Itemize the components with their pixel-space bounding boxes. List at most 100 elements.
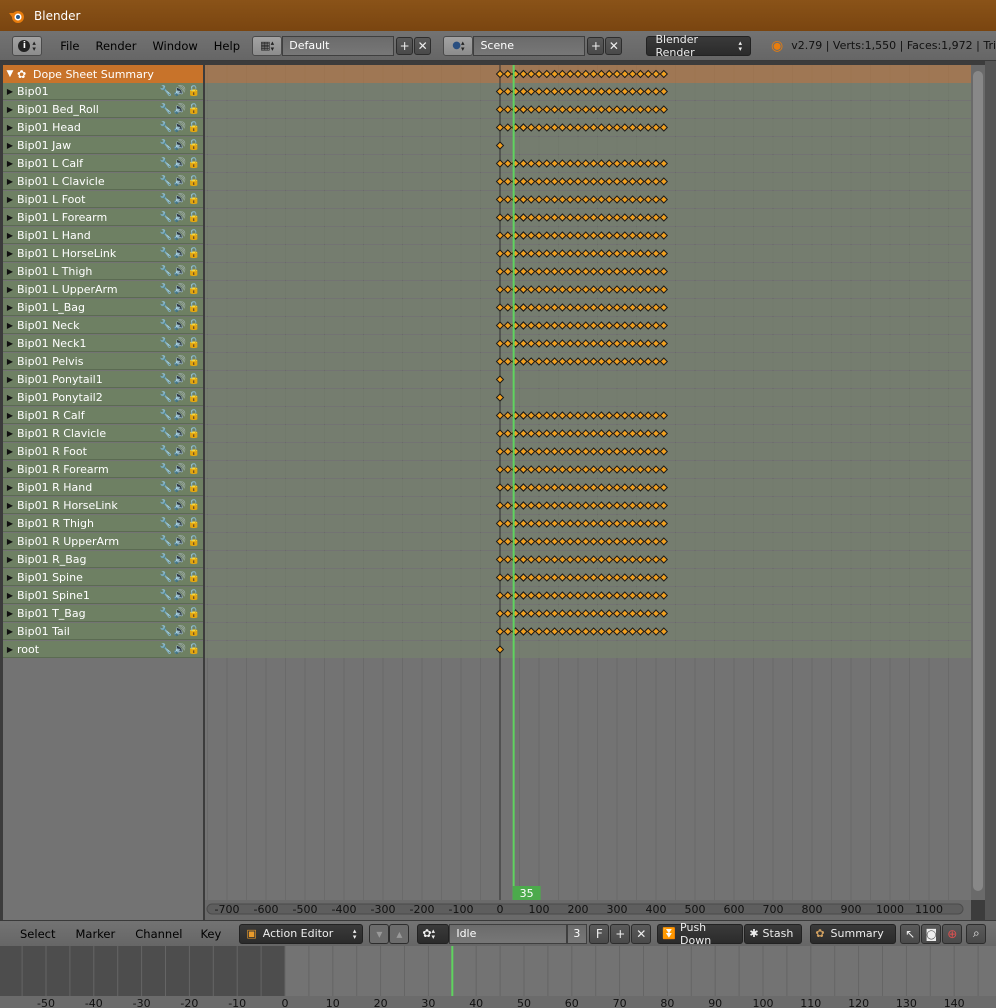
lock-icon[interactable]: 🔓 (188, 175, 200, 187)
lock-icon[interactable]: 🔓 (188, 481, 200, 493)
wrench-icon[interactable]: 🔧 (160, 463, 172, 475)
action-browse-button[interactable]: ✿ ▴ ▾ (417, 923, 450, 944)
dope-sheet-summary-row[interactable]: ▼ ✿ Dope Sheet Summary (3, 65, 203, 83)
delete-scene-button[interactable]: ✕ (605, 36, 623, 55)
menu-window[interactable]: Window (144, 39, 205, 53)
add-screen-button[interactable]: + (396, 36, 414, 55)
speaker-icon[interactable]: 🔊 (174, 535, 186, 547)
menu-file[interactable]: File (52, 39, 87, 53)
speaker-icon[interactable]: 🔊 (174, 409, 186, 421)
lock-icon[interactable]: 🔓 (188, 337, 200, 349)
next-layer-button[interactable]: ▴ (389, 923, 410, 944)
wrench-icon[interactable]: 🔧 (160, 643, 172, 655)
expand-triangle-icon[interactable]: ▶ (3, 141, 17, 150)
speaker-icon[interactable]: 🔊 (174, 463, 186, 475)
speaker-icon[interactable]: 🔊 (174, 175, 186, 187)
lock-icon[interactable]: 🔓 (188, 103, 200, 115)
expand-triangle-icon[interactable]: ▶ (3, 105, 17, 114)
lock-icon[interactable]: 🔓 (188, 247, 200, 259)
expand-triangle-icon[interactable]: ▶ (3, 465, 17, 474)
channel-row[interactable]: ▶ Bip01 L Forearm 🔧 🔊 🔓 (3, 209, 203, 226)
speaker-icon[interactable]: 🔊 (174, 211, 186, 223)
channel-row[interactable]: ▶ Bip01 L Hand 🔧 🔊 🔓 (3, 227, 203, 244)
expand-triangle-icon[interactable]: ▶ (3, 501, 17, 510)
speaker-icon[interactable]: 🔊 (174, 121, 186, 133)
wrench-icon[interactable]: 🔧 (160, 157, 172, 169)
collapse-triangle-icon[interactable]: ▼ (3, 69, 17, 79)
expand-triangle-icon[interactable]: ▶ (3, 609, 17, 618)
speaker-icon[interactable]: 🔊 (174, 85, 186, 97)
speaker-icon[interactable]: 🔊 (174, 283, 186, 295)
channel-row[interactable]: ▶ Bip01 Spine1 🔧 🔊 🔓 (3, 587, 203, 604)
lock-icon[interactable]: 🔓 (188, 283, 200, 295)
channel-row[interactable]: ▶ Bip01 R_Bag 🔧 🔊 🔓 (3, 551, 203, 568)
lock-icon[interactable]: 🔓 (188, 535, 200, 547)
lock-icon[interactable]: 🔓 (188, 139, 200, 151)
channel-row[interactable]: ▶ Bip01 R Calf 🔧 🔊 🔓 (3, 407, 203, 424)
speaker-icon[interactable]: 🔊 (174, 607, 186, 619)
channel-row[interactable]: ▶ Bip01 R HorseLink 🔧 🔊 🔓 (3, 497, 203, 514)
channel-row[interactable]: ▶ Bip01 R Clavicle 🔧 🔊 🔓 (3, 425, 203, 442)
wrench-icon[interactable]: 🔧 (160, 103, 172, 115)
wrench-icon[interactable]: 🔧 (160, 85, 172, 97)
channel-row[interactable]: ▶ Bip01 Jaw 🔧 🔊 🔓 (3, 137, 203, 154)
dopesheet-region[interactable]: 35 (205, 65, 971, 900)
wrench-icon[interactable]: 🔧 (160, 499, 172, 511)
wrench-icon[interactable]: 🔧 (160, 265, 172, 277)
channel-row[interactable]: ▶ Bip01 T_Bag 🔧 🔊 🔓 (3, 605, 203, 622)
lock-icon[interactable]: 🔓 (188, 643, 200, 655)
lock-icon[interactable]: 🔓 (188, 85, 200, 97)
wrench-icon[interactable]: 🔧 (160, 625, 172, 637)
wrench-icon[interactable]: 🔧 (160, 535, 172, 547)
channel-row[interactable]: ▶ Bip01 Neck1 🔧 🔊 🔓 (3, 335, 203, 352)
lock-icon[interactable]: 🔓 (188, 463, 200, 475)
wrench-icon[interactable]: 🔧 (160, 517, 172, 529)
channel-row[interactable]: ▶ Bip01 Ponytail1 🔧 🔊 🔓 (3, 371, 203, 388)
lock-icon[interactable]: 🔓 (188, 625, 200, 637)
new-action-button[interactable]: + (610, 923, 631, 944)
expand-triangle-icon[interactable]: ▶ (3, 231, 17, 240)
lock-icon[interactable]: 🔓 (188, 571, 200, 583)
wrench-icon[interactable]: 🔧 (160, 337, 172, 349)
wrench-icon[interactable]: 🔧 (160, 571, 172, 583)
speaker-icon[interactable]: 🔊 (174, 391, 186, 403)
speaker-icon[interactable]: 🔊 (174, 355, 186, 367)
channel-row[interactable]: ▶ Bip01 Pelvis 🔧 🔊 🔓 (3, 353, 203, 370)
expand-triangle-icon[interactable]: ▶ (3, 627, 17, 636)
expand-triangle-icon[interactable]: ▶ (3, 195, 17, 204)
lock-icon[interactable]: 🔓 (188, 319, 200, 331)
channel-row[interactable]: ▶ Bip01 R Forearm 🔧 🔊 🔓 (3, 461, 203, 478)
expand-triangle-icon[interactable]: ▶ (3, 393, 17, 402)
menu-key[interactable]: Key (192, 927, 229, 941)
speaker-icon[interactable]: 🔊 (174, 643, 186, 655)
mode-select[interactable]: ▣ Action Editor ▴ ▾ (239, 923, 364, 944)
menu-render[interactable]: Render (87, 39, 144, 53)
speaker-icon[interactable]: 🔊 (174, 445, 186, 457)
expand-triangle-icon[interactable]: ▶ (3, 645, 17, 654)
wrench-icon[interactable]: 🔧 (160, 139, 172, 151)
scene-field[interactable]: Scene (473, 35, 586, 56)
channel-row[interactable]: ▶ Bip01 L Calf 🔧 🔊 🔓 (3, 155, 203, 172)
expand-triangle-icon[interactable]: ▶ (3, 123, 17, 132)
wrench-icon[interactable]: 🔧 (160, 607, 172, 619)
expand-triangle-icon[interactable]: ▶ (3, 177, 17, 186)
lock-icon[interactable]: 🔓 (188, 607, 200, 619)
scrollbar-thumb[interactable] (973, 71, 983, 891)
wrench-icon[interactable]: 🔧 (160, 193, 172, 205)
expand-triangle-icon[interactable]: ▶ (3, 357, 17, 366)
expand-triangle-icon[interactable]: ▶ (3, 411, 17, 420)
action-users-count[interactable]: 3 (567, 923, 588, 944)
dopesheet-keyframes[interactable]: 35 (205, 65, 971, 900)
menu-marker[interactable]: Marker (67, 927, 123, 941)
channel-row[interactable]: ▶ Bip01 L Foot 🔧 🔊 🔓 (3, 191, 203, 208)
speaker-icon[interactable]: 🔊 (174, 247, 186, 259)
lock-icon[interactable]: 🔓 (188, 589, 200, 601)
only-selected-button[interactable]: ↖ (900, 923, 921, 944)
channel-row[interactable]: ▶ Bip01 Tail 🔧 🔊 🔓 (3, 623, 203, 640)
wrench-icon[interactable]: 🔧 (160, 247, 172, 259)
search-button[interactable]: ⌕ (966, 923, 987, 944)
unlink-action-button[interactable]: ✕ (631, 923, 652, 944)
channel-row[interactable]: ▶ Bip01 Spine 🔧 🔊 🔓 (3, 569, 203, 586)
expand-triangle-icon[interactable]: ▶ (3, 267, 17, 276)
wrench-icon[interactable]: 🔧 (160, 283, 172, 295)
